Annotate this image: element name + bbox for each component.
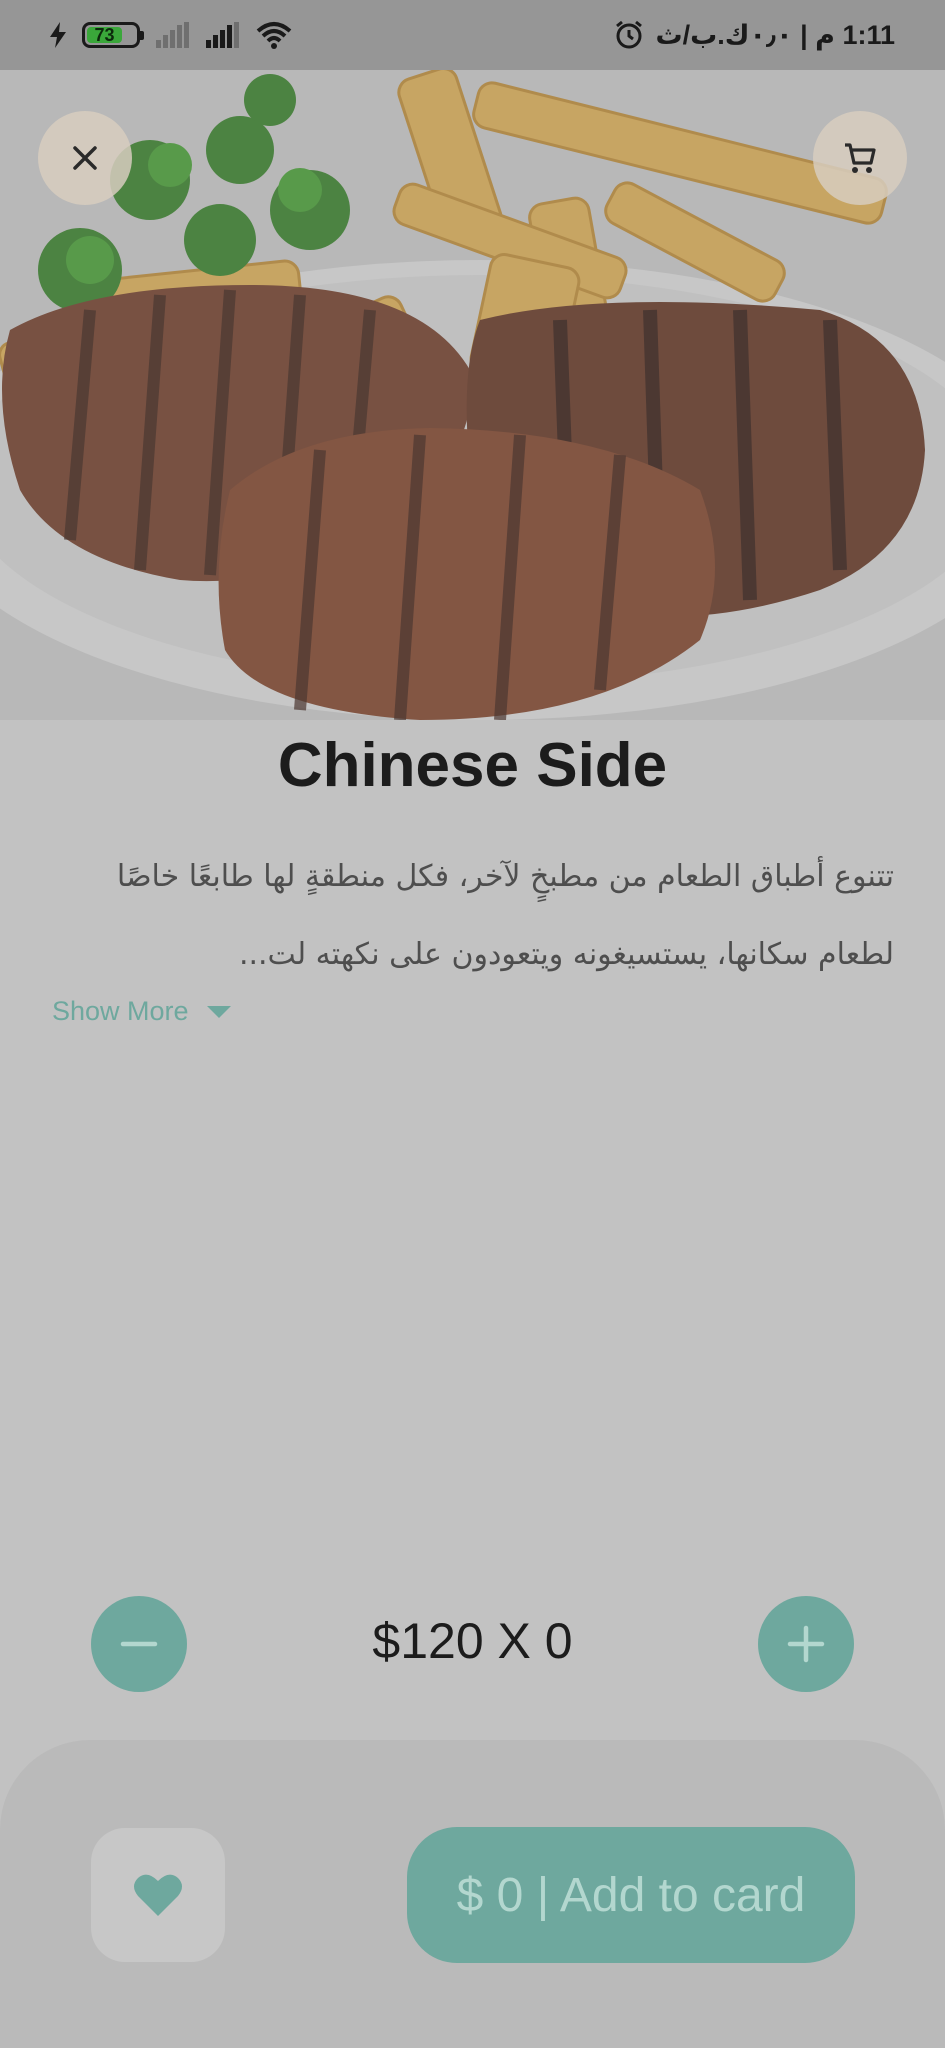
add-to-cart-button[interactable]: $ 0 | Add to card	[407, 1827, 855, 1963]
product-description: تتنوع أطباق الطعام من مطبخٍ لآخر، فكل من…	[116, 859, 894, 972]
status-left: 73	[50, 21, 292, 49]
signal-icon	[156, 22, 189, 48]
increase-quantity-button[interactable]	[758, 1596, 854, 1692]
status-bar: 73 1:11 م | ٠٫٠ك.ب/ث	[0, 0, 945, 70]
wifi-icon	[256, 22, 292, 49]
show-more-label: Show More	[52, 996, 189, 1026]
battery-level: 73	[87, 25, 123, 45]
favorite-button[interactable]	[91, 1828, 225, 1962]
chevron-down-icon	[206, 1005, 231, 1018]
heart-icon	[134, 1874, 182, 1916]
charging-icon	[50, 22, 66, 48]
cart-button[interactable]	[813, 111, 907, 205]
steak-fries-illustration	[0, 70, 945, 720]
add-to-cart-label: $ 0 | Add to card	[456, 1868, 806, 1922]
product-title: Chinese Side	[277, 731, 668, 800]
product-image	[0, 70, 945, 720]
signal-icon	[206, 22, 239, 48]
cart-icon	[845, 143, 876, 173]
alarm-icon	[615, 20, 642, 49]
battery-icon: 73	[82, 22, 144, 48]
status-right: 1:11 م | ٠٫٠ك.ب/ث	[614, 20, 895, 51]
close-button[interactable]	[38, 111, 132, 205]
show-more-button[interactable]: Show More	[52, 996, 231, 1027]
plus-icon	[787, 1625, 825, 1663]
close-icon	[73, 146, 97, 170]
status-time: 1:11 م | ٠٫٠ك.ب/ث	[655, 19, 895, 50]
